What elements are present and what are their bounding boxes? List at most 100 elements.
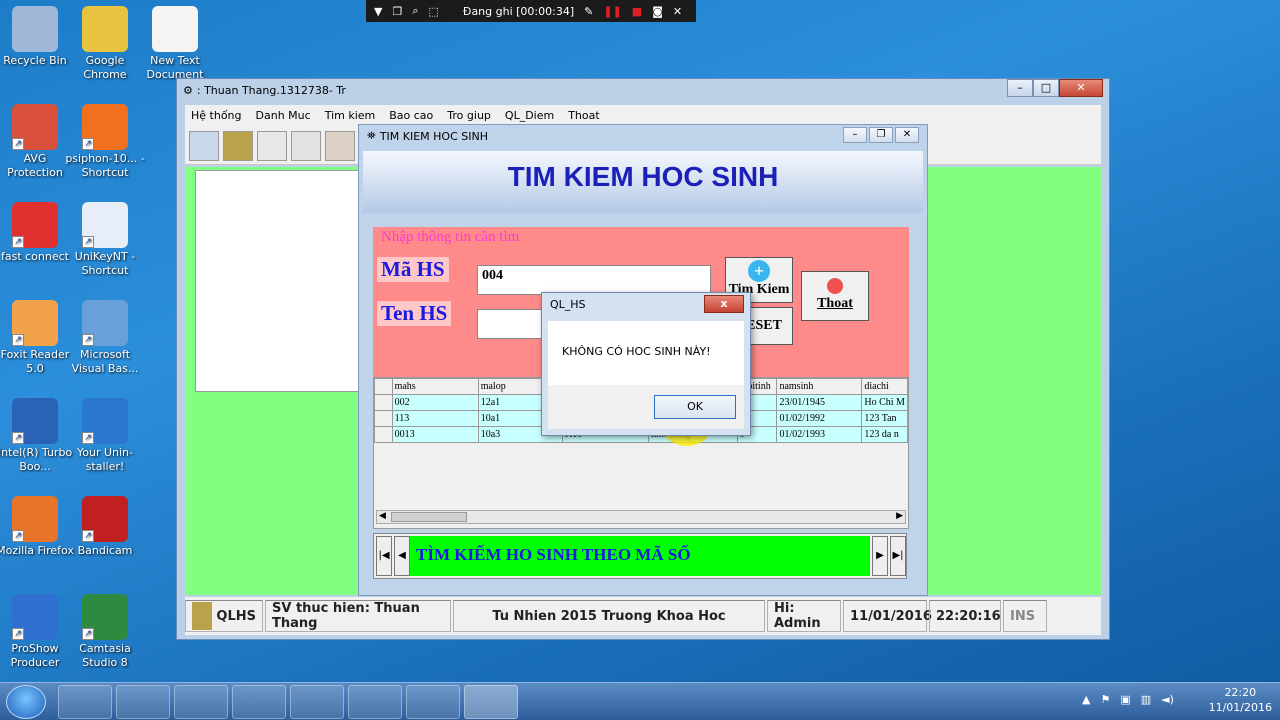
exit-button[interactable]: Thoat [801, 271, 869, 321]
menu-item-thoat[interactable]: Thoat [568, 109, 599, 122]
close-icon[interactable]: ✕ [673, 5, 682, 18]
table-cell[interactable]: 123 da n [861, 426, 908, 443]
pen-icon[interactable]: ✎ [584, 5, 593, 18]
camera-icon[interactable]: ◙ [652, 5, 663, 18]
file-explorer-icon[interactable] [116, 685, 170, 719]
minimize-button[interactable]: – [843, 127, 867, 143]
desktop-shortcut[interactable]: ↗ Bandicam [65, 496, 145, 558]
first-record-button[interactable]: |◀ [376, 536, 392, 576]
report-icon[interactable] [325, 131, 355, 161]
search-window-titlebar[interactable]: ⛯ TIM KIEM HOC SINH [359, 125, 927, 147]
desktop-shortcut[interactable]: ↗ UniKeyNT - Shortcut [65, 202, 145, 278]
desktop-shortcut[interactable]: New Text Document [135, 6, 215, 82]
exit-icon [827, 278, 843, 294]
internet-explorer-icon[interactable] [58, 685, 112, 719]
fast-connect-icon: ↗ [12, 202, 58, 248]
table-cell[interactable]: Ho Chi M [861, 394, 908, 411]
device-icon[interactable]: ▣ [1120, 693, 1130, 706]
desktop-shortcut-label: UniKeyNT - Shortcut [74, 250, 136, 277]
scroll-left-icon[interactable]: ◀ [379, 511, 386, 521]
table-cell[interactable]: 0013 [391, 426, 479, 443]
books-icon[interactable] [223, 131, 253, 161]
menu-item-tro-giup[interactable]: Tro giup [447, 109, 491, 122]
desktop-shortcut[interactable]: ↗ Mozilla Firefox [0, 496, 75, 558]
ok-button[interactable]: OK [654, 395, 736, 419]
table-cell[interactable]: 113 [391, 410, 479, 427]
search-window-title: TIM KIEM HOC SINH [379, 129, 488, 143]
stop-icon[interactable]: ■ [632, 5, 642, 18]
main-window-title: : Thuan Thang.1312738- Tr [196, 83, 346, 97]
table-cell[interactable]: 23/01/1945 [776, 394, 863, 411]
main-window-controls: – □ ✕ [1007, 79, 1103, 97]
desktop-shortcut[interactable]: ↗ Camtasia Studio 8 [65, 594, 145, 670]
restore-button[interactable]: ❐ [869, 127, 893, 143]
bandicam-icon[interactable] [406, 685, 460, 719]
chevron-down-icon[interactable]: ▼ [374, 5, 382, 18]
last-record-button[interactable]: ▶| [890, 536, 906, 576]
column-header[interactable]: namsinh [776, 378, 863, 395]
media-player-icon[interactable] [174, 685, 228, 719]
chrome-icon[interactable] [232, 685, 286, 719]
user-delete-icon[interactable] [257, 131, 287, 161]
close-button[interactable]: ✕ [1059, 79, 1103, 97]
table-cell[interactable]: 123 Tan [861, 410, 908, 427]
app-window-icon[interactable] [348, 685, 402, 719]
menu-item-he-thong[interactable]: Hệ thống [191, 109, 242, 122]
desktop-shortcut[interactable]: ↗ fast connect [0, 202, 75, 264]
clock[interactable]: 22:20 11/01/2016 [1209, 685, 1272, 715]
shortcut-arrow-icon: ↗ [12, 530, 24, 542]
row-selector[interactable] [374, 394, 393, 411]
column-header[interactable]: diachi [861, 378, 908, 395]
users-icon[interactable] [189, 131, 219, 161]
visual-basic-icon: ↗ [82, 300, 128, 346]
window-icon[interactable]: ❐ [392, 5, 402, 18]
maximize-button[interactable]: □ [1033, 79, 1059, 97]
desktop-shortcut[interactable]: ↗ AVG Protection [0, 104, 75, 180]
desktop-shortcut[interactable]: Google Chrome [65, 6, 145, 82]
next-record-button[interactable]: ▶ [872, 536, 888, 576]
start-button[interactable] [6, 685, 46, 719]
flag-icon[interactable]: ⚑ [1100, 693, 1110, 706]
taskbar: ▲ ⚑ ▣ ▥ ◄) 22:20 11/01/2016 [0, 682, 1280, 720]
region-icon[interactable]: ⬚ [429, 5, 439, 18]
prev-record-button[interactable]: ◀ [394, 536, 410, 576]
add-icon: + [748, 260, 770, 282]
desktop-shortcut[interactable]: ↗ Microsoft Visual Bas... [65, 300, 145, 376]
volume-icon[interactable]: ◄) [1161, 693, 1174, 706]
chevron-up-icon[interactable]: ▲ [1082, 693, 1090, 706]
ten-hs-label: Ten HS [377, 301, 452, 326]
network-icon[interactable]: ▥ [1141, 693, 1151, 706]
close-button[interactable]: ✕ [895, 127, 919, 143]
table-cell[interactable]: 002 [391, 394, 479, 411]
menu-item-tim-kiem[interactable]: Tim kiem [325, 109, 376, 122]
edit-icon[interactable] [291, 131, 321, 161]
menu-item-ql-diem[interactable]: QL_Diem [505, 109, 554, 122]
desktop-shortcut[interactable]: Recycle Bin [0, 6, 75, 68]
row-selector[interactable] [374, 426, 393, 443]
firefox-icon[interactable] [290, 685, 344, 719]
menu-bar: Hệ thống Danh Muc Tim kiem Bao cao Tro g… [185, 105, 1101, 125]
ma-hs-input[interactable]: 004 [477, 265, 711, 295]
desktop-shortcut[interactable]: ↗ ProShow Producer [0, 594, 75, 670]
minimize-button[interactable]: – [1007, 79, 1033, 97]
desktop-shortcut-label: Microsoft Visual Bas... [71, 348, 139, 375]
zoom-icon[interactable]: ⌕ [412, 4, 418, 18]
desktop-shortcut-label: Mozilla Firefox [0, 544, 74, 557]
scroll-right-icon[interactable]: ▶ [896, 511, 903, 521]
table-cell[interactable]: 01/02/1992 [776, 410, 863, 427]
column-header[interactable]: mahs [391, 378, 479, 395]
qlhs-app-icon[interactable] [464, 685, 518, 719]
desktop-shortcut[interactable]: ↗ Foxit Reader 5.0 [0, 300, 75, 376]
dialog-close-button[interactable]: x [704, 295, 744, 313]
desktop-shortcut[interactable]: ↗ Your Unin-staller! [65, 398, 145, 474]
desktop-shortcut[interactable]: ↗ Intel(R) Turbo Boo... [0, 398, 75, 474]
table-cell[interactable]: 01/02/1993 [776, 426, 863, 443]
menu-item-danh-muc[interactable]: Danh Muc [256, 109, 311, 122]
pause-icon[interactable]: ❚❚ [603, 5, 621, 18]
desktop-shortcut[interactable]: ↗ psiphon-10... - Shortcut [65, 104, 145, 180]
horizontal-scrollbar[interactable]: ◀ ▶ [376, 510, 906, 524]
main-window-titlebar[interactable]: ⚙ : Thuan Thang.1312738- Tr [177, 79, 1109, 101]
row-selector[interactable] [374, 410, 393, 427]
scrollbar-thumb[interactable] [391, 512, 467, 522]
menu-item-bao-cao[interactable]: Bao cao [389, 109, 433, 122]
